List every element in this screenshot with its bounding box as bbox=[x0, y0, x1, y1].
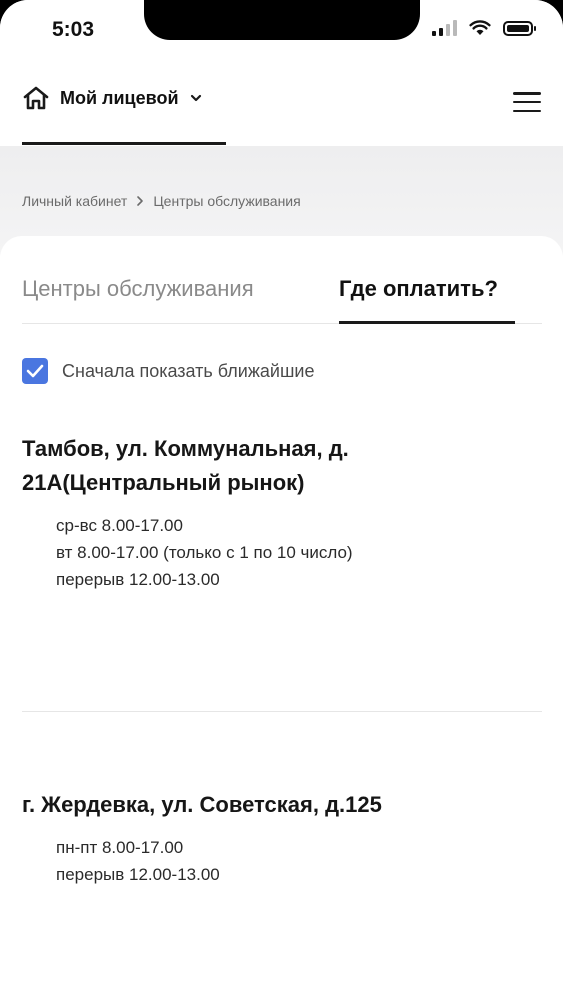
battery-icon bbox=[503, 20, 536, 36]
breadcrumb-current: Центры обслуживания bbox=[153, 193, 301, 209]
account-underline bbox=[22, 142, 226, 145]
tabs: Центры обслуживания Где оплатить? bbox=[22, 236, 542, 324]
nearest-first-label: Сначала показать ближайшие bbox=[62, 360, 315, 381]
status-bar: 5:03 bbox=[0, 0, 563, 62]
chevron-down-icon bbox=[190, 94, 201, 102]
location-title-line: Тамбов, ул. Коммунальная, д. bbox=[22, 436, 349, 461]
nearest-first-checkbox[interactable] bbox=[22, 358, 48, 384]
hours-line: ср-вс 8.00-17.00 bbox=[56, 516, 183, 535]
account-selector[interactable]: Мой лицевой bbox=[22, 84, 203, 112]
location-title-line: 21А(Центральный рынок) bbox=[22, 470, 305, 495]
location-title: г. Жердевка, ул. Советская, д.125 bbox=[22, 788, 542, 822]
nearest-first-toggle[interactable]: Сначала показать ближайшие bbox=[22, 358, 314, 384]
breadcrumb-link-cabinet[interactable]: Личный кабинет bbox=[22, 193, 127, 209]
location-hours: ср-вс 8.00-17.00 вт 8.00-17.00 (только с… bbox=[22, 512, 542, 593]
location-item: г. Жердевка, ул. Советская, д.125 пн-пт … bbox=[22, 788, 542, 888]
hours-line: пн-пт 8.00-17.00 bbox=[56, 838, 184, 857]
breadcrumb: Личный кабинет Центры обслуживания bbox=[22, 193, 301, 209]
hours-line: перерыв 12.00-13.00 bbox=[56, 865, 220, 884]
hours-line: перерыв 12.00-13.00 bbox=[56, 570, 220, 589]
tab-where-to-pay[interactable]: Где оплатить? bbox=[339, 276, 498, 302]
divider bbox=[22, 711, 542, 712]
status-time: 5:03 bbox=[52, 18, 95, 41]
location-hours: пн-пт 8.00-17.00 перерыв 12.00-13.00 bbox=[22, 834, 542, 888]
content-card: Центры обслуживания Где оплатить? Сначал… bbox=[0, 236, 563, 1000]
phone-screen: 5:03 Мой лицевой Личный кабинет Центры о… bbox=[0, 0, 563, 1000]
wifi-icon bbox=[469, 20, 491, 35]
notch bbox=[144, 0, 420, 40]
hours-line: вт 8.00-17.00 (только с 1 по 10 число) bbox=[56, 543, 353, 562]
checkmark-icon bbox=[26, 364, 44, 378]
chevron-right-icon bbox=[137, 196, 144, 206]
account-label: Мой лицевой bbox=[60, 87, 179, 108]
status-icons bbox=[432, 20, 536, 36]
location-title-line: г. Жердевка, ул. Советская, д.125 bbox=[22, 792, 382, 817]
location-item: Тамбов, ул. Коммунальная, д. 21А(Централ… bbox=[22, 432, 542, 593]
tab-service-centers[interactable]: Центры обслуживания bbox=[22, 276, 254, 302]
home-icon bbox=[23, 86, 49, 110]
location-title: Тамбов, ул. Коммунальная, д. 21А(Централ… bbox=[22, 432, 542, 500]
menu-icon[interactable] bbox=[513, 92, 541, 112]
cellular-signal-icon bbox=[432, 20, 457, 36]
active-tab-indicator bbox=[339, 321, 515, 324]
app-header: Мой лицевой bbox=[0, 62, 563, 146]
